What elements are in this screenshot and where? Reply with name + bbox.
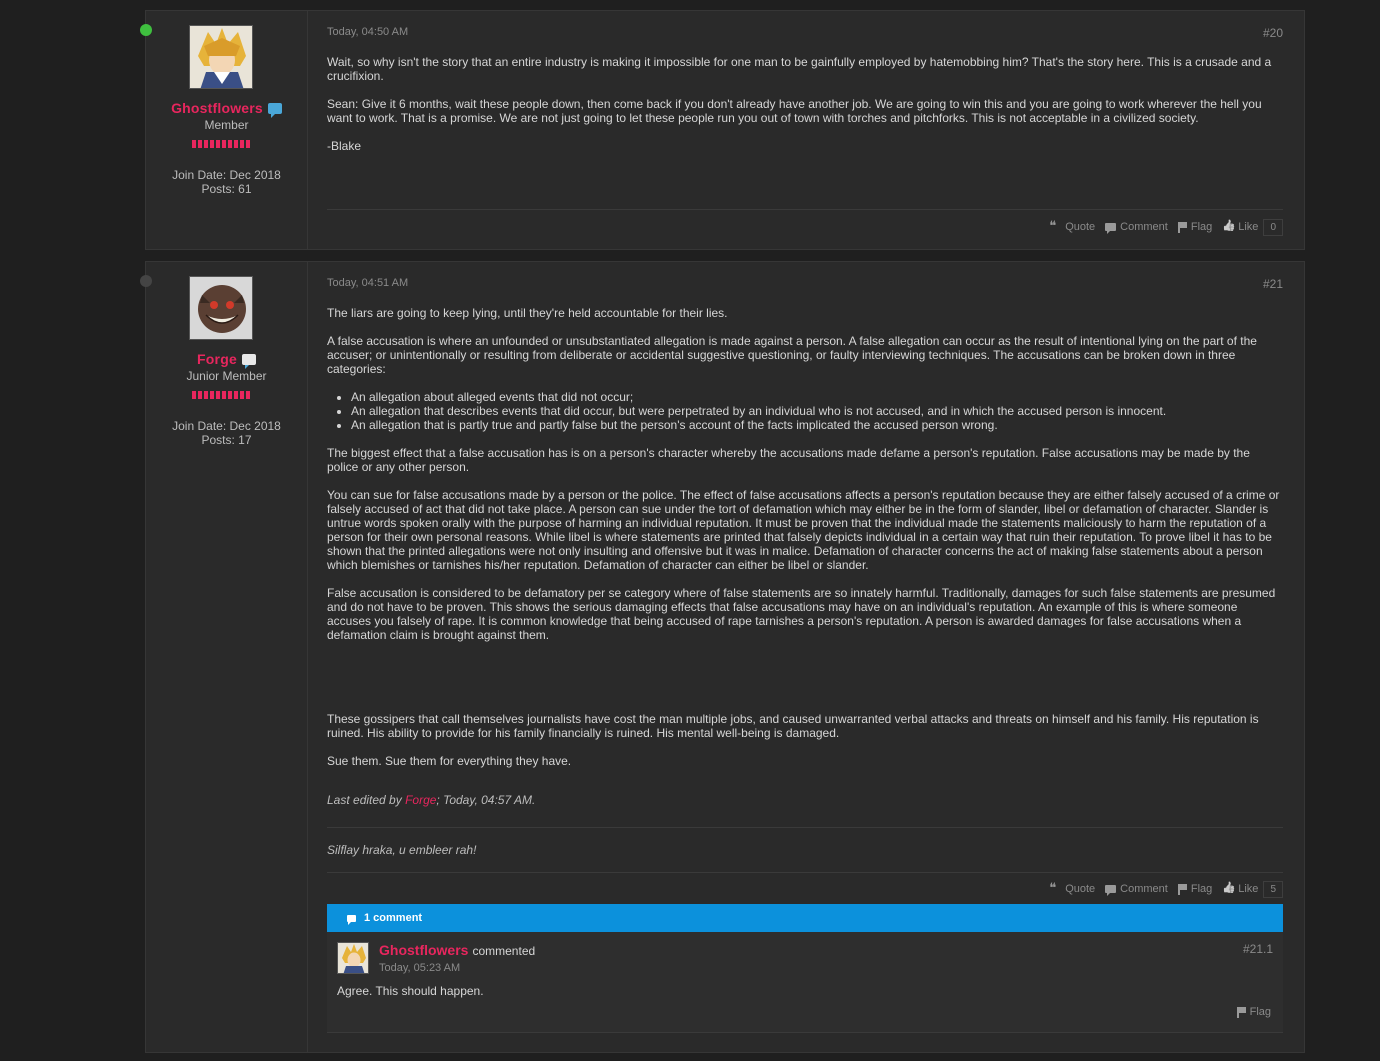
post-paragraph: Sean: Give it 6 months, wait these peopl…	[327, 97, 1262, 125]
comment-date: Today, 05:23 AM	[379, 962, 461, 974]
join-date: Join Date: Dec 2018	[172, 419, 281, 433]
username[interactable]: Ghostflowers	[146, 100, 307, 118]
avatar[interactable]	[189, 25, 253, 89]
online-status-icon	[140, 24, 152, 36]
post-number-link[interactable]: #20	[1263, 26, 1283, 40]
editor-link[interactable]: Forge	[405, 793, 436, 807]
flag-button[interactable]: Flag	[1177, 221, 1212, 233]
join-date: Join Date: Dec 2018	[172, 168, 281, 182]
signature: Silflay hraka, u embleer rah!	[327, 843, 477, 857]
comment-text: Agree. This should happen.	[337, 984, 484, 998]
post-paragraph: Sue them. Sue them for everything they h…	[327, 754, 572, 768]
quote-icon	[1049, 881, 1061, 896]
post-actions: Quote Comment Flag Like 5	[1049, 879, 1283, 899]
post-date: Today, 04:50 AM	[327, 26, 409, 38]
divider	[327, 827, 1283, 828]
username[interactable]: Forge	[146, 351, 307, 369]
list-item: An allegation that is partly true and pa…	[351, 418, 1283, 432]
quote-button[interactable]: Quote	[1049, 219, 1095, 234]
post-actions: Quote Comment Flag Like 0	[1049, 217, 1283, 237]
avatar[interactable]	[189, 276, 253, 340]
comment-avatar[interactable]	[337, 942, 369, 974]
post-count: Posts: 61	[201, 182, 252, 196]
comments-toggle[interactable]: 1 comment	[327, 904, 1283, 932]
comment-button[interactable]: Comment	[1105, 883, 1168, 896]
comment-icon	[347, 914, 356, 925]
message-icon[interactable]	[267, 102, 282, 118]
like-count[interactable]: 0	[1263, 218, 1283, 236]
last-edited-note: Last edited by Forge; Today, 04:57 AM.	[327, 793, 536, 807]
comment-number-link[interactable]: #21.1	[1243, 942, 1273, 956]
divider	[327, 872, 1283, 873]
message-icon[interactable]	[241, 353, 256, 369]
user-role: Junior Member	[186, 369, 267, 383]
comment-username[interactable]: Ghostflowers	[379, 942, 468, 958]
comment-icon	[1105, 885, 1117, 896]
flag-icon	[1236, 1007, 1246, 1018]
post-number-link[interactable]: #21	[1263, 277, 1283, 291]
like-count[interactable]: 5	[1263, 880, 1283, 898]
comment-header: Ghostflowers commented	[379, 942, 536, 958]
post-paragraph: False accusation is considered to be def…	[327, 586, 1276, 642]
user-role: Member	[204, 118, 249, 132]
post-paragraph: The liars are going to keep lying, until…	[327, 306, 728, 320]
like-button[interactable]: Like	[1222, 883, 1258, 895]
comment-button[interactable]: Comment	[1105, 221, 1168, 234]
thumbs-up-icon	[1222, 884, 1234, 894]
reputation-bar	[192, 140, 252, 148]
like-button[interactable]: Like	[1222, 221, 1258, 233]
comment-icon	[1105, 223, 1117, 234]
comment-item: Ghostflowers commented Today, 05:23 AM #2…	[327, 932, 1283, 1033]
user-stats: Join Date: Dec 2018 Posts: 17	[146, 419, 307, 447]
reputation-bar	[192, 391, 252, 399]
post-21: Forge Junior Member Join Date: Dec 2018 …	[140, 261, 1305, 1053]
flag-button[interactable]: Flag	[1177, 883, 1212, 895]
post-paragraph: These gossipers that call themselves jou…	[327, 712, 1259, 740]
flag-icon	[1177, 222, 1187, 233]
post-author-panel: Ghostflowers Member Join Date: Dec 2018 …	[140, 11, 308, 249]
list-item: An allegation that describes events that…	[351, 404, 1283, 418]
post-body: The liars are going to keep lying, until…	[327, 306, 1283, 807]
post-paragraph: A false accusation is where an unfounded…	[327, 334, 1257, 376]
post-body: Wait, so why isn't the story that an ent…	[327, 55, 1283, 167]
quote-button[interactable]: Quote	[1049, 881, 1095, 896]
quote-icon	[1049, 219, 1061, 234]
offline-status-icon	[140, 275, 152, 287]
post-date: Today, 04:51 AM	[327, 277, 409, 289]
divider	[327, 209, 1283, 210]
post-paragraph: You can sue for false accusations made b…	[327, 488, 1280, 572]
post-paragraph: The biggest effect that a false accusati…	[327, 446, 1250, 474]
flag-icon	[1177, 884, 1187, 895]
list-item: An allegation about alleged events that …	[351, 390, 1283, 404]
user-stats: Join Date: Dec 2018 Posts: 61	[146, 168, 307, 196]
post-paragraph: Wait, so why isn't the story that an ent…	[327, 55, 1272, 83]
thumbs-up-icon	[1222, 222, 1234, 232]
comment-flag-button[interactable]: Flag	[1236, 1006, 1271, 1018]
post-paragraph: -Blake	[327, 139, 362, 153]
post-20: Ghostflowers Member Join Date: Dec 2018 …	[140, 10, 1305, 250]
post-count: Posts: 17	[201, 433, 252, 447]
post-author-panel: Forge Junior Member Join Date: Dec 2018 …	[140, 262, 308, 1052]
post-list: An allegation about alleged events that …	[327, 390, 1283, 432]
